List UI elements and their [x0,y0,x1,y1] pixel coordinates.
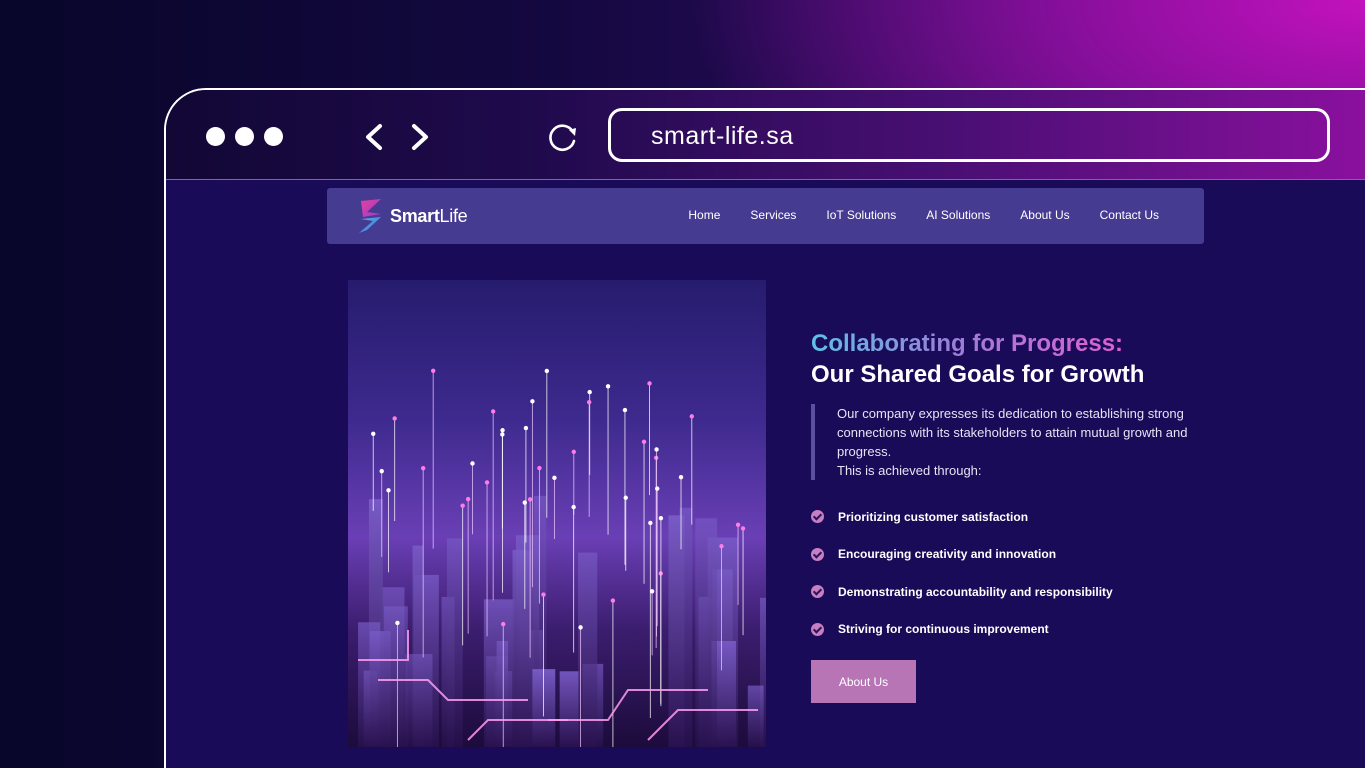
goal-text: Encouraging creativity and innovation [838,547,1057,562]
check-circle-icon [811,585,824,599]
site-navbar: SmartLife Home Services IoT Solutions AI… [327,188,1204,244]
smart-city-image [348,280,766,747]
browser-window: smart-life.sa SmartLife Home Services Io… [164,88,1365,768]
goal-text: Demonstrating accountability and respons… [838,584,1113,599]
window-dot-icon[interactable] [206,127,225,146]
hero-heading: Our Shared Goals for Growth [811,361,1145,388]
menu-item-about-us[interactable]: About Us [1020,208,1069,222]
back-icon[interactable] [360,122,388,152]
hero-content: Collaborating for Progress: Our Shared G… [811,328,1201,648]
description-text: Our company expresses its dedication to … [837,406,1188,459]
forward-icon[interactable] [406,122,434,152]
window-dot-icon[interactable] [264,127,283,146]
menu-item-contact-us[interactable]: Contact Us [1100,208,1159,222]
list-item: Prioritizing customer satisfaction [811,498,1201,536]
goal-text: Striving for continuous improvement [838,622,1049,637]
logo-text-bold: Smart [390,205,440,226]
reload-icon[interactable] [546,120,580,154]
main-menu: Home Services IoT Solutions AI Solutions… [688,208,1159,222]
list-item: Demonstrating accountability and respons… [811,573,1201,611]
logo-text: SmartLife [390,205,468,227]
smartlife-logo[interactable]: SmartLife [355,197,468,235]
check-circle-icon [811,547,824,561]
menu-item-services[interactable]: Services [750,208,796,222]
about-us-button[interactable]: About Us [811,660,916,703]
check-circle-icon [811,622,824,636]
list-item: Encouraging creativity and innovation [811,536,1201,574]
page-viewport: SmartLife Home Services IoT Solutions AI… [166,180,1365,768]
browser-toolbar: smart-life.sa [166,90,1365,180]
hero-description: Our company expresses its dedication to … [811,404,1201,480]
hero-heading-gradient: Collaborating for Progress: [811,330,1124,357]
window-dot-icon[interactable] [235,127,254,146]
description-tail: This is achieved through: [837,463,982,478]
list-item: Striving for continuous improvement [811,611,1201,649]
goal-text: Prioritizing customer satisfaction [838,509,1029,524]
logo-mark-icon [359,199,381,233]
goals-list: Prioritizing customer satisfaction Encou… [811,498,1201,648]
logo-text-thin: Life [439,205,468,226]
address-bar[interactable]: smart-life.sa [608,108,1330,162]
menu-item-ai-solutions[interactable]: AI Solutions [926,208,990,222]
check-circle-icon [811,510,824,524]
url-text: smart-life.sa [651,122,794,150]
menu-item-home[interactable]: Home [688,208,720,222]
window-controls [206,127,283,146]
menu-item-iot-solutions[interactable]: IoT Solutions [826,208,896,222]
history-nav [360,122,434,152]
